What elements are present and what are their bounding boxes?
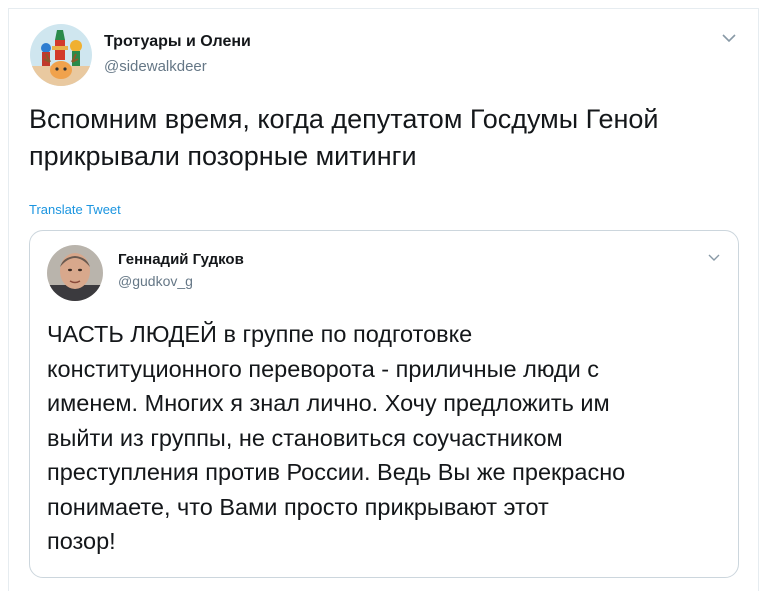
tweet-text: Вспомним время, когда депутатом Госдумы … [29,104,659,171]
author-handle[interactable]: @sidewalkdeer [104,58,251,76]
tweet-card: Тротуары и Олени @sidewalkdeer Вспомним … [8,8,759,591]
author-avatar[interactable] [30,24,92,86]
quoted-author-block: Геннадий Гудков @gudkov_g [118,251,244,290]
quoted-tweet[interactable]: Геннадий Гудков @gudkov_g ЧАСТЬ ЛЮДЕЙ в … [29,230,739,578]
chevron-down-icon[interactable] [722,33,736,43]
quoted-author-name[interactable]: Геннадий Гудков [118,251,244,268]
chevron-down-icon[interactable] [708,253,720,262]
translate-tweet-link[interactable]: Translate Tweet [29,202,121,217]
quoted-author-handle[interactable]: @gudkov_g [118,273,244,290]
quoted-author-avatar[interactable] [47,245,103,301]
kremlin-deer-avatar-icon [30,24,92,86]
person-avatar-icon [47,245,103,301]
quoted-tweet-text: ЧАСТЬ ЛЮДЕЙ в группе по подготовке конст… [47,321,626,554]
author-block: Тротуары и Олени @sidewalkdeer [104,33,251,76]
author-name[interactable]: Тротуары и Олени [104,33,251,51]
